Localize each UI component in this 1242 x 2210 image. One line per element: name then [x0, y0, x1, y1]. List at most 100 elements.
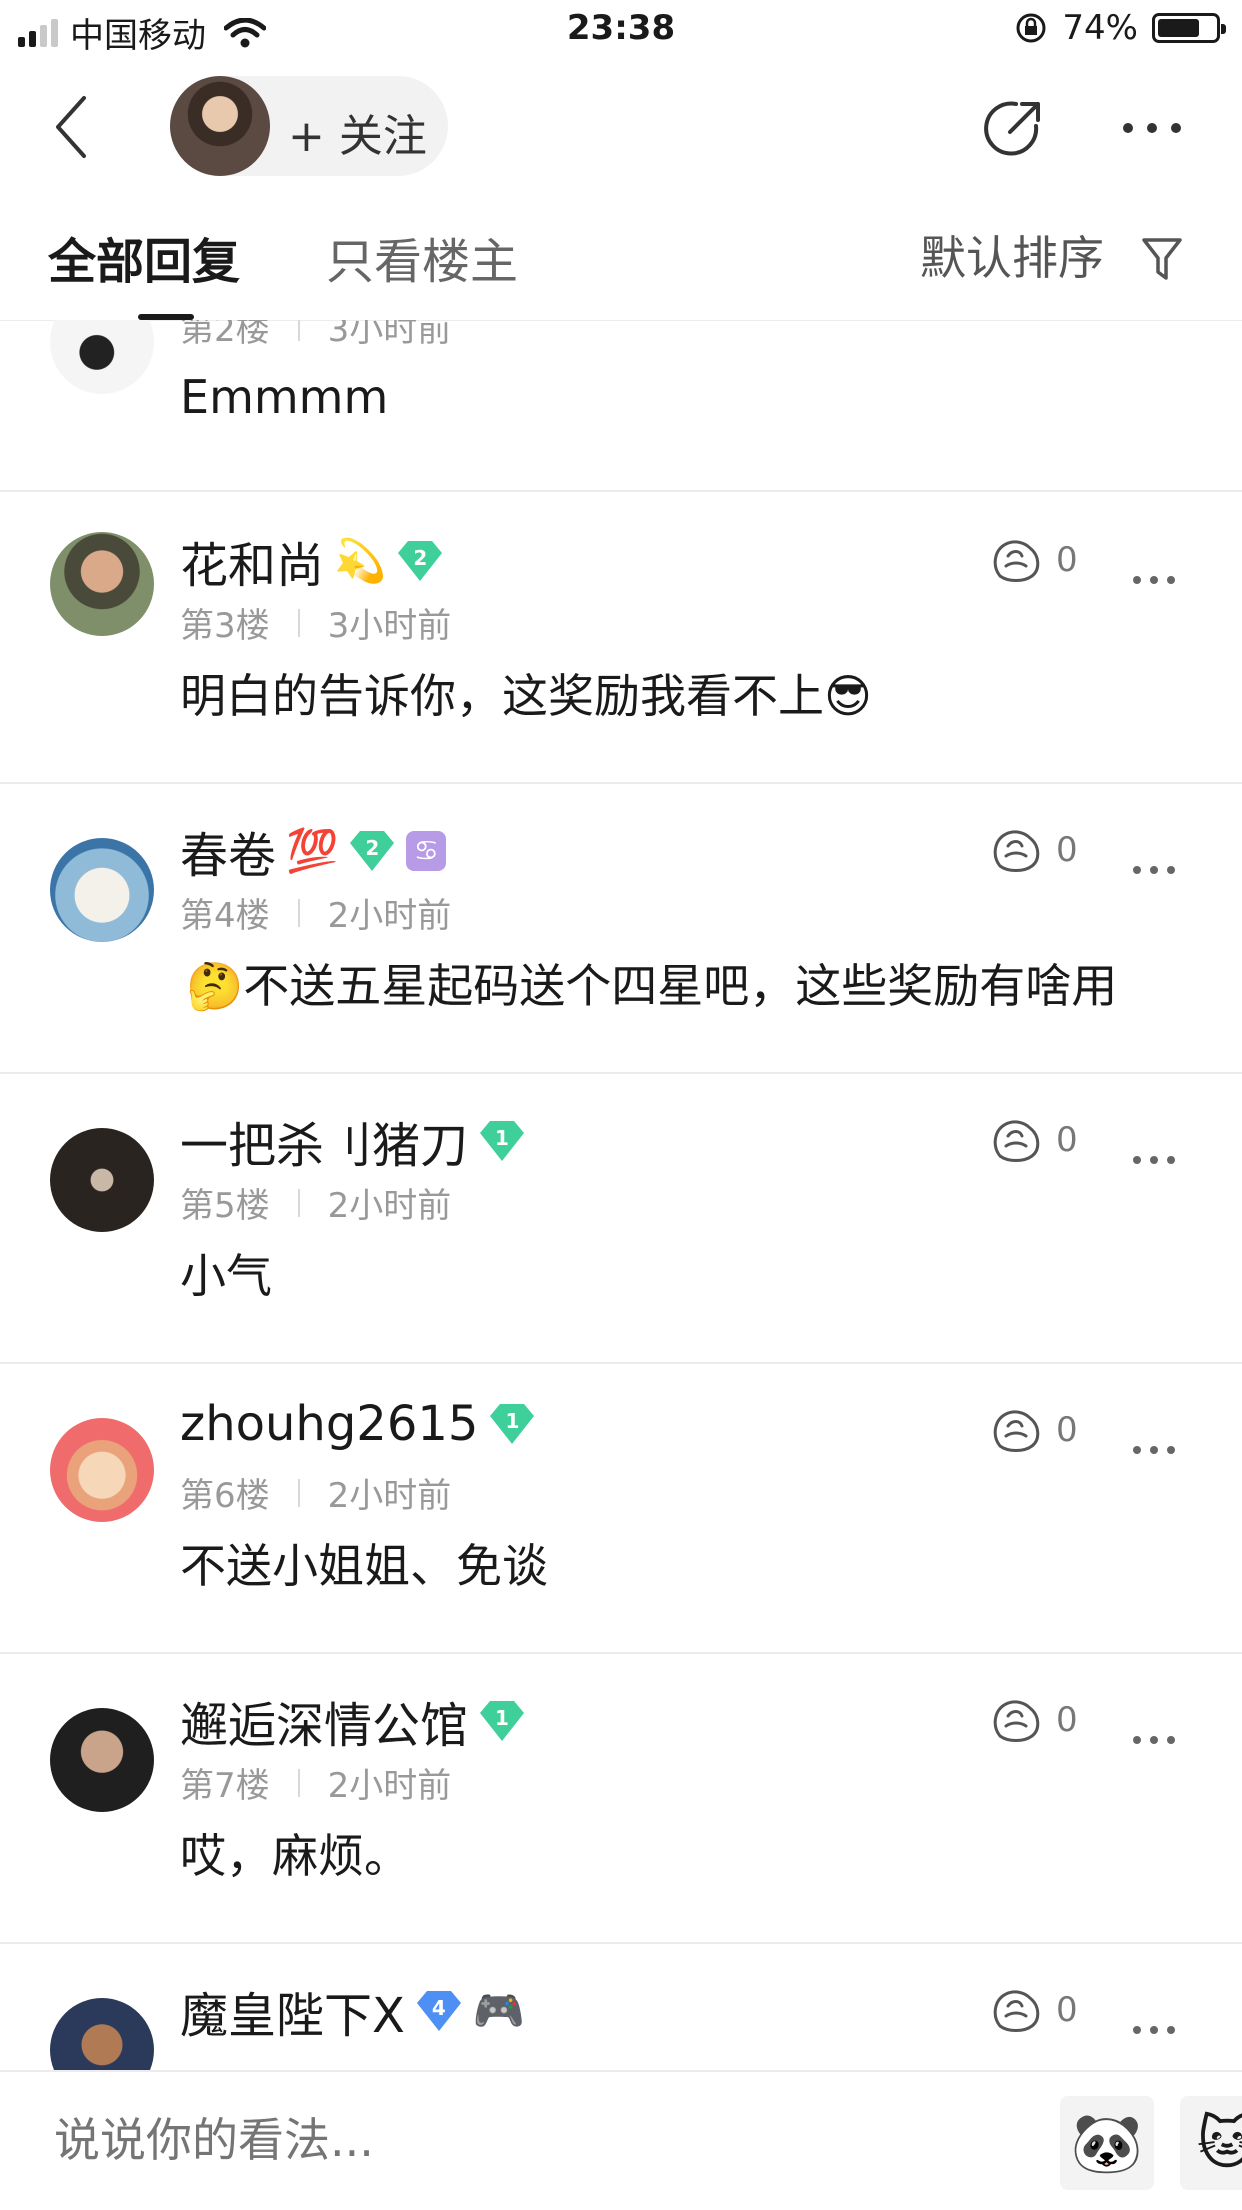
level-number: 1	[495, 1706, 509, 1730]
divider	[297, 898, 300, 927]
level-number: 4	[431, 1996, 446, 2020]
divider	[297, 1478, 300, 1507]
avatar[interactable]	[50, 532, 154, 636]
reply-content: Emmmm	[180, 370, 389, 424]
status-bar: 中国移动 23:38 74%	[0, 0, 1242, 62]
like-count: 0	[1056, 1990, 1078, 2030]
like-button[interactable]: 0	[990, 826, 1078, 874]
level-badge: 1	[478, 1119, 526, 1163]
share-icon[interactable]	[980, 96, 1046, 162]
floor-number: 第4楼	[180, 896, 270, 936]
reply-list[interactable]: 第2楼 3小时前 Emmmm 花和尚 💫 2 第3楼 3小时前 明白的告诉你，这…	[0, 320, 1242, 2070]
floor-number: 第3楼	[180, 606, 270, 646]
filter-icon[interactable]	[1140, 234, 1184, 284]
reply-time: 2小时前	[327, 1476, 452, 1516]
level-badge: 1	[478, 1699, 526, 1743]
list-item[interactable]: 邂逅深情公馆 1 第7楼 2小时前 哎，麻烦。 0	[0, 1652, 1242, 1944]
avatar[interactable]	[50, 1418, 154, 1522]
divider	[297, 320, 300, 341]
follow-author-button[interactable]: + 关注	[170, 76, 448, 176]
list-item[interactable]: 魔皇陛下X 4 🎮 0	[0, 1942, 1242, 2070]
avatar[interactable]	[50, 1708, 154, 1812]
like-button[interactable]: 0	[990, 1986, 1078, 2034]
back-chevron-icon[interactable]	[46, 92, 106, 162]
username[interactable]: 春卷	[180, 816, 276, 886]
floor-number: 第5楼	[180, 1186, 270, 1226]
sort-dropdown[interactable]: 默认排序	[920, 222, 1104, 288]
avatar[interactable]	[50, 838, 154, 942]
like-button[interactable]: 0	[990, 1406, 1078, 1454]
follow-label: + 关注	[288, 111, 427, 162]
username[interactable]: 魔皇陛下X	[180, 1976, 405, 2046]
more-options-icon[interactable]	[1132, 864, 1176, 876]
reply-content: 明白的告诉你，这奖励我看不上😎	[180, 660, 872, 726]
like-count: 0	[1056, 1410, 1078, 1450]
reply-content: 不送小姐姐、免谈	[180, 1539, 548, 1593]
praying-hands-icon	[993, 1990, 1040, 2032]
comment-input[interactable]	[52, 2112, 956, 2168]
reply-time: 2小时前	[327, 1186, 452, 1226]
emoji: 🤔	[186, 959, 244, 1013]
reply-text: 不送五星起码送个四星吧，这些奖励有啥用	[243, 959, 1118, 1013]
medal-icon: 💯	[286, 826, 339, 875]
like-button[interactable]: 0	[990, 1696, 1078, 1744]
praying-hands-icon	[993, 830, 1040, 872]
reply-time: 3小时前	[327, 320, 452, 350]
praying-hands-icon	[993, 1700, 1040, 1742]
username[interactable]: 花和尚	[180, 526, 324, 596]
reply-time: 2小时前	[327, 896, 452, 936]
divider	[297, 1768, 300, 1797]
rotation-lock-icon	[1016, 13, 1046, 43]
divider	[297, 608, 300, 637]
like-count: 0	[1056, 830, 1078, 870]
list-item[interactable]: 花和尚 💫 2 第3楼 3小时前 明白的告诉你，这奖励我看不上😎 0	[0, 492, 1242, 784]
author-avatar[interactable]	[170, 76, 270, 176]
more-options-icon[interactable]	[1132, 1154, 1176, 1166]
level-number: 2	[365, 836, 380, 860]
username[interactable]: 邂逅深情公馆	[180, 1686, 468, 1756]
list-item[interactable]: zhouhg2615 1 第6楼 2小时前 不送小姐姐、免谈 0	[0, 1362, 1242, 1654]
level-badge: 4	[415, 1989, 463, 2033]
more-options-icon[interactable]	[1120, 118, 1184, 138]
level-badge: 2	[348, 829, 396, 873]
sticker-panda-button[interactable]: 🐼	[1060, 2096, 1154, 2190]
more-options-icon[interactable]	[1132, 574, 1176, 586]
level-badge: 2	[396, 539, 444, 583]
battery-icon	[1152, 13, 1226, 43]
sticker-cat-button[interactable]: 🐱	[1180, 2096, 1242, 2190]
praying-hands-icon	[993, 540, 1040, 582]
zodiac-badge: ♋	[406, 831, 447, 871]
list-item[interactable]: 第2楼 3小时前 Emmmm	[0, 320, 1242, 492]
level-number: 1	[505, 1409, 520, 1433]
more-options-icon[interactable]	[1132, 1444, 1176, 1456]
level-number: 1	[495, 1126, 509, 1150]
level-badge: 1	[488, 1402, 536, 1446]
battery-level	[1158, 19, 1200, 37]
tab-owner-only[interactable]: 只看楼主	[326, 222, 518, 292]
reply-content: 小气	[180, 1249, 272, 1303]
reply-tabs: 全部回复 只看楼主 默认排序	[0, 192, 1242, 321]
reply-text: 明白的告诉你，这奖励我看不上	[180, 669, 824, 723]
username[interactable]: zhouhg2615	[180, 1396, 478, 1452]
username[interactable]: 一把杀刂猪刀	[180, 1106, 468, 1176]
avatar[interactable]	[50, 1998, 154, 2070]
comment-bar: 🐼 🐱	[0, 2070, 1242, 2210]
floor-number: 第2楼	[180, 320, 270, 350]
list-item[interactable]: 春卷 💯 2 ♋ 第4楼 2小时前 🤔不送五星起码送个四星吧，这些奖励有啥用 0	[0, 782, 1242, 1074]
reply-content: 哎，麻烦。	[180, 1829, 410, 1883]
more-options-icon[interactable]	[1132, 1734, 1176, 1746]
like-button[interactable]: 0	[990, 1116, 1078, 1164]
list-item[interactable]: 一把杀刂猪刀 1 第5楼 2小时前 小气 0	[0, 1072, 1242, 1364]
divider	[297, 1188, 300, 1217]
level-number: 2	[413, 546, 428, 570]
header: + 关注	[0, 62, 1242, 192]
avatar[interactable]	[50, 1128, 154, 1232]
tab-all-replies[interactable]: 全部回复	[48, 222, 240, 292]
avatar[interactable]	[50, 320, 154, 394]
praying-hands-icon	[993, 1120, 1040, 1162]
battery-percent: 74%	[1062, 8, 1138, 48]
like-count: 0	[1056, 1700, 1078, 1740]
like-button[interactable]: 0	[990, 536, 1078, 584]
more-options-icon[interactable]	[1132, 2024, 1176, 2036]
floor-number: 第7楼	[180, 1766, 270, 1806]
